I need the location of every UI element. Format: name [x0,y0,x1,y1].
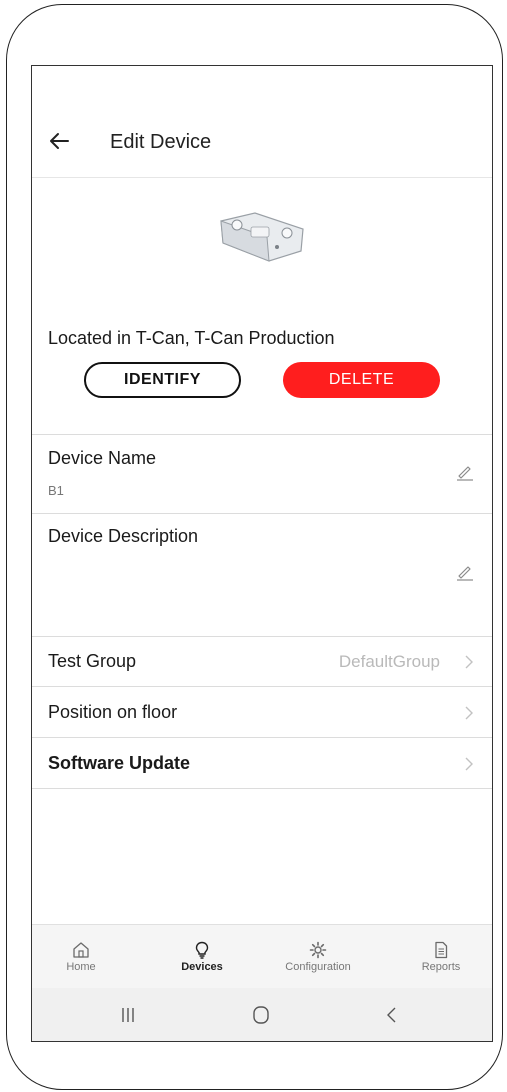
chevron-right-icon [465,706,473,720]
document-icon [435,941,448,959]
identify-button[interactable]: IDENTIFY [84,362,241,398]
row-value: DefaultGroup [338,652,440,671]
row-software-update[interactable]: Software Update [32,739,492,789]
row-position-on-floor[interactable]: Position on floor [32,688,492,738]
device-location: Located in T-Can, T-Can Production [48,328,335,348]
delete-button[interactable]: DELETE [283,362,440,398]
system-nav-bar [32,988,492,1041]
recent-apps-icon[interactable] [116,1004,140,1026]
home-circle-icon[interactable] [249,1004,273,1026]
nav-label: Reports [421,961,461,973]
chevron-right-icon [465,655,473,669]
nav-home[interactable]: Home [48,925,114,989]
row-label: Test Group [48,651,137,671]
row-test-group[interactable]: Test Group DefaultGroup [32,637,492,687]
row-label: Position on floor [48,702,178,722]
nav-label: Home [66,961,96,973]
device-name-value[interactable]: B1 [48,483,64,498]
nav-reports[interactable]: Reports [404,925,478,989]
nav-label: Configuration [285,961,351,973]
page-title: Edit Device [110,131,212,153]
device-image [220,212,304,262]
chevron-right-icon [465,757,473,771]
divider [32,434,492,435]
nav-devices[interactable]: Devices [167,925,237,989]
row-label: Software Update [48,753,191,773]
device-description-label: Device Description [48,526,199,546]
app-header: Edit Device [32,66,492,178]
app-screen: Edit Device Located in T-Can, T-Can Prod… [31,65,493,1042]
lightbulb-icon [195,941,209,959]
back-chevron-icon[interactable] [380,1004,404,1026]
device-name-label: Device Name [48,448,157,468]
pencil-icon[interactable] [456,463,474,481]
nav-configuration[interactable]: Configuration [268,925,368,989]
bottom-nav: Home Devices Configuration Reports [32,924,492,988]
gear-icon [309,941,327,959]
pencil-icon[interactable] [456,563,474,581]
nav-label: Devices [181,961,223,973]
home-icon [73,942,89,958]
arrow-left-icon[interactable] [48,130,70,152]
divider [32,513,492,514]
